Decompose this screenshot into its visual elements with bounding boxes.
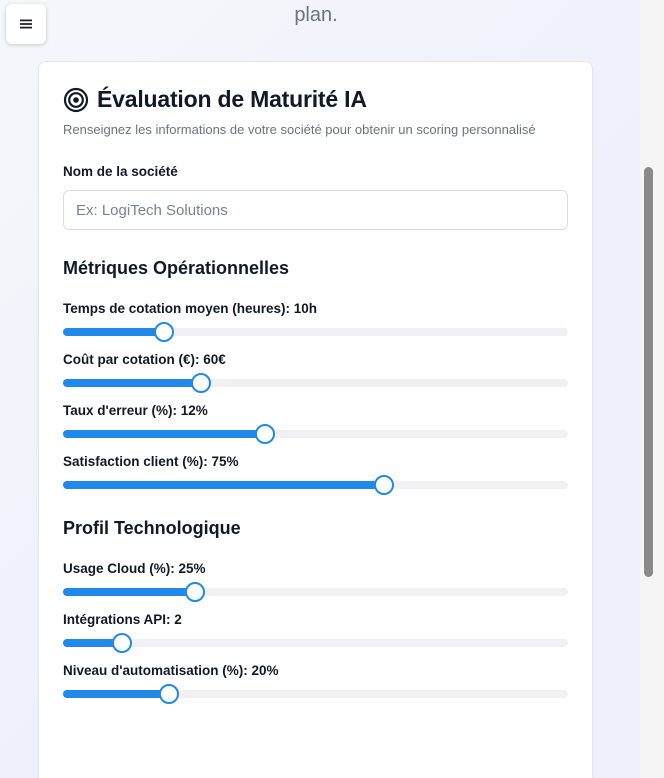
section-title-technology: Profil Technologique	[63, 518, 241, 538]
slider-track[interactable]	[63, 633, 568, 653]
slider-thumb[interactable]	[190, 373, 211, 393]
slider-track[interactable]	[63, 582, 568, 602]
slider-fill	[63, 328, 164, 336]
slider-automation: Niveau d'automatisation (%): 20%	[63, 663, 568, 704]
slider-quote-cost: Coût par cotation (€): 60€	[63, 352, 568, 393]
slider-label: Usage Cloud (%): 25%	[63, 561, 206, 576]
card-header: Évaluation de Maturité IA	[63, 86, 568, 113]
slider-track[interactable]	[63, 684, 568, 704]
previous-section-text: plan.	[294, 4, 338, 26]
slider-label: Coût par cotation (€): 60€	[63, 352, 226, 367]
slider-label: Satisfaction client (%): 75%	[63, 454, 239, 469]
slider-label: Niveau d'automatisation (%): 20%	[63, 663, 279, 678]
company-name-label: Nom de la société	[63, 164, 178, 179]
card-description: Renseignez les informations de votre soc…	[63, 122, 536, 137]
slider-track[interactable]	[63, 424, 568, 444]
slider-error-rate: Taux d'erreur (%): 12%	[63, 403, 568, 444]
menu-button[interactable]	[6, 4, 46, 44]
section-title-operational: Métriques Opérationnelles	[63, 258, 290, 278]
target-icon	[63, 87, 89, 112]
slider-label: Temps de cotation moyen (heures): 10h	[63, 301, 318, 316]
slider-thumb[interactable]	[373, 475, 394, 495]
company-name-input[interactable]	[63, 190, 568, 230]
slider-label: Intégrations API: 2	[63, 612, 182, 627]
card-title: Évaluation de Maturité IA	[97, 86, 367, 112]
hamburger-menu-icon	[20, 19, 32, 29]
slider-satisfaction: Satisfaction client (%): 75%	[63, 454, 568, 495]
slider-thumb[interactable]	[184, 582, 205, 602]
slider-cloud-usage: Usage Cloud (%): 25%	[63, 561, 568, 602]
slider-fill	[63, 481, 384, 489]
slider-api-integrations: Intégrations API: 2	[63, 612, 568, 653]
slider-fill	[63, 430, 265, 438]
slider-fill	[63, 690, 170, 698]
slider-track[interactable]	[63, 475, 568, 495]
slider-thumb[interactable]	[154, 322, 174, 342]
slider-thumb[interactable]	[159, 684, 180, 704]
scrollbar-thumb[interactable]	[644, 167, 653, 577]
page-viewport: plan. Évaluation de Maturité IA Renseign…	[0, 0, 640, 778]
slider-quote-time: Temps de cotation moyen (heures): 10h	[63, 301, 568, 342]
slider-label: Taux d'erreur (%): 12%	[63, 403, 208, 418]
slider-fill	[63, 379, 201, 387]
slider-thumb[interactable]	[112, 633, 133, 653]
maturity-assessment-card: Évaluation de Maturité IA Renseignez les…	[38, 61, 593, 778]
slider-track[interactable]	[63, 322, 568, 342]
slider-track[interactable]	[63, 373, 568, 393]
slider-thumb[interactable]	[255, 424, 275, 444]
slider-fill	[63, 588, 195, 596]
